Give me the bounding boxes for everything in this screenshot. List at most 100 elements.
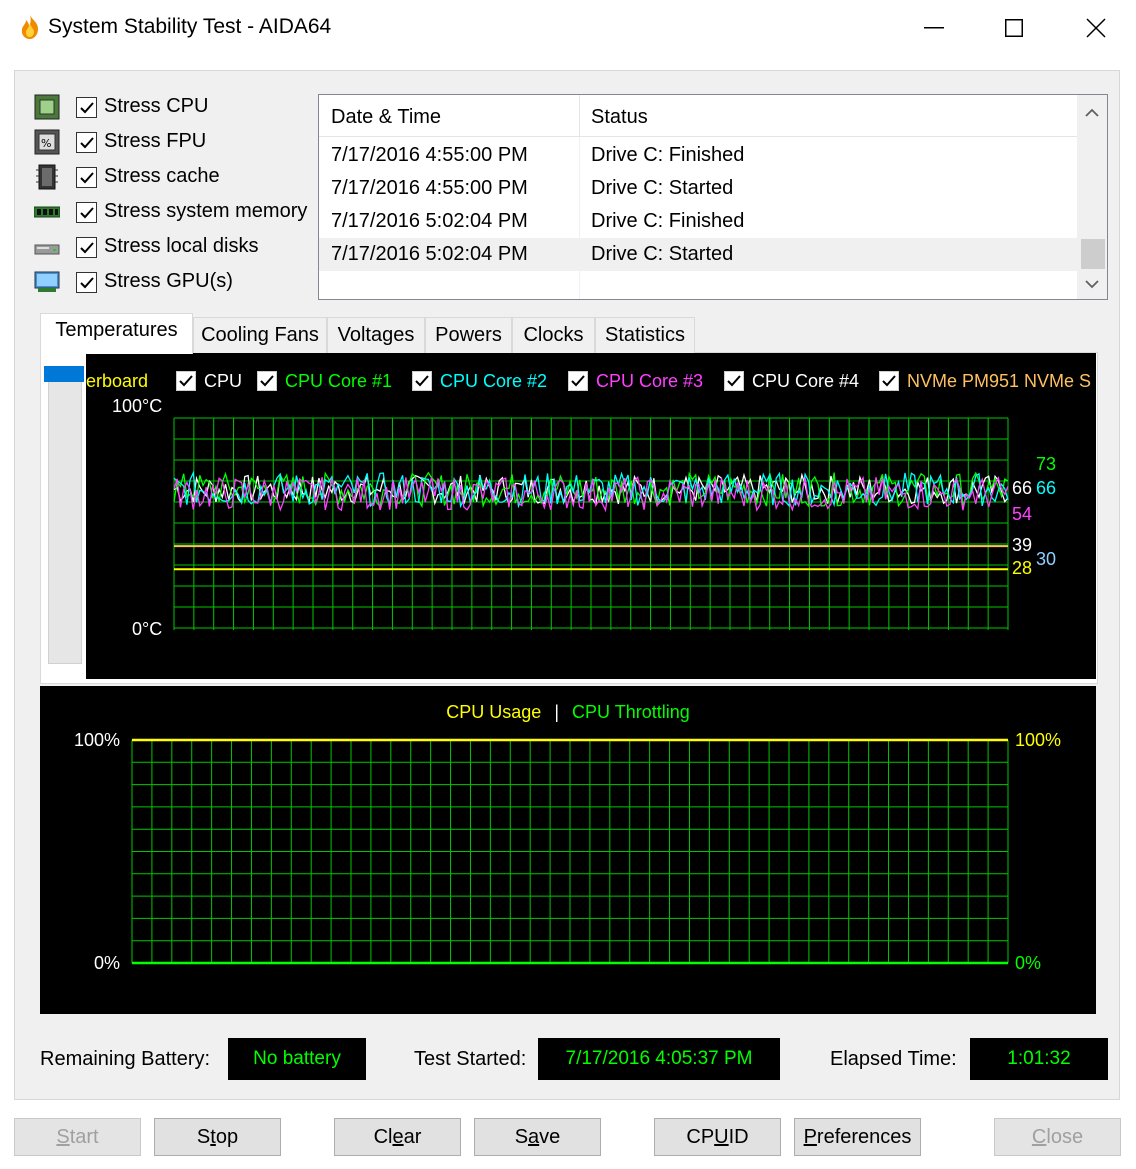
temperature-graph: erboard CPU CPU Core #1 CPU Core #2 CPU … [86, 353, 1096, 679]
stress-gpu-checkbox[interactable] [76, 272, 97, 293]
graph-scroll-track[interactable] [48, 366, 82, 664]
stress-cpu-checkbox[interactable] [76, 97, 97, 118]
maximize-button[interactable] [974, 0, 1054, 56]
stress-disks-checkbox[interactable] [76, 237, 97, 258]
stress-cpu-label: Stress CPU [104, 95, 209, 117]
stress-disks-option[interactable]: Stress local disks [34, 232, 319, 262]
current-value-label: 54 [1012, 503, 1033, 524]
chevron-down-icon [1085, 279, 1099, 288]
y-axis-left-max: 100% [74, 730, 121, 750]
stress-cache-checkbox[interactable] [76, 167, 97, 188]
legend-checkbox[interactable] [879, 371, 899, 391]
legend-checkbox[interactable] [412, 371, 432, 391]
scroll-thumb[interactable] [1081, 239, 1105, 269]
start-button[interactable]: Start [14, 1118, 141, 1156]
temperature-plot [173, 417, 1009, 630]
elapsed-time-value: 1:01:32 [970, 1038, 1108, 1080]
disk-icon [34, 244, 60, 255]
battery-value: No battery [228, 1038, 366, 1080]
cpu-throttling-title: CPU Throttling [572, 702, 690, 722]
log-row[interactable]: 7/17/2016 5:02:04 PM Drive C: Finished [319, 205, 1077, 238]
current-value-label: 39 [1012, 535, 1033, 556]
preferences-button[interactable]: Preferences [794, 1118, 921, 1156]
column-header-datetime[interactable]: Date & Time [331, 106, 441, 129]
elapsed-time-label: Elapsed Time: [830, 1048, 957, 1070]
stress-cpu-option[interactable]: Stress CPU [34, 92, 319, 122]
graph-scroll-thumb[interactable] [44, 366, 84, 382]
stress-disks-label: Stress local disks [104, 235, 259, 257]
y-axis-min-label: 0°C [132, 619, 163, 639]
tab-cooling-fans[interactable]: Cooling Fans [193, 317, 327, 353]
save-button[interactable]: Save [474, 1118, 601, 1156]
y-axis-left-min: 0% [94, 953, 121, 973]
cpu-usage-plot [131, 738, 1009, 965]
legend-checkbox[interactable] [568, 371, 588, 391]
current-value-label: 73 [1036, 453, 1057, 474]
battery-label: Remaining Battery: [40, 1048, 211, 1070]
title-bar: System Stability Test - AIDA64 [0, 0, 1136, 56]
stress-memory-option[interactable]: Stress system memory [34, 197, 319, 227]
close-button[interactable]: Close [994, 1118, 1121, 1156]
stress-memory-label: Stress system memory [104, 200, 308, 222]
stress-memory-checkbox[interactable] [76, 202, 97, 223]
stress-fpu-checkbox[interactable] [76, 132, 97, 153]
stop-button[interactable]: Stop [154, 1118, 281, 1156]
y-axis-right-min: 0% [1015, 953, 1042, 973]
minimize-button[interactable] [894, 0, 974, 56]
save-button-label: Save [514, 1125, 561, 1148]
stress-gpu-label: Stress GPU(s) [104, 270, 233, 292]
log-datetime: 7/17/2016 4:55:00 PM [331, 177, 528, 199]
column-separator[interactable] [579, 95, 580, 137]
y-axis-right-max: 100% [1015, 730, 1062, 750]
aida64-flame-icon [21, 15, 38, 39]
tab-powers[interactable]: Powers [425, 317, 512, 353]
log-status: Drive C: Finished [591, 144, 745, 166]
memory-icon [34, 206, 60, 218]
scroll-up-button[interactable] [1077, 97, 1107, 127]
gpu-icon [34, 271, 60, 292]
clear-button[interactable]: Clear [334, 1118, 461, 1156]
log-scrollbar[interactable] [1077, 95, 1107, 299]
current-value-label: 30 [1036, 549, 1057, 569]
log-status: Drive C: Finished [591, 210, 745, 232]
status-bar: Remaining Battery: No battery Test Start… [40, 1038, 1110, 1080]
legend-checkbox[interactable] [724, 371, 744, 391]
stress-fpu-label: Stress FPU [104, 130, 207, 152]
scroll-down-button[interactable] [1077, 269, 1107, 299]
test-started-value: 7/17/2016 4:05:37 PM [538, 1038, 780, 1080]
start-button-label: Start [56, 1125, 99, 1148]
log-row-selected[interactable]: 7/17/2016 5:02:04 PM Drive C: Started [319, 238, 1077, 271]
legend-label: CPU Core #4 [752, 371, 860, 391]
column-header-status[interactable]: Status [591, 106, 648, 129]
tab-statistics[interactable]: Statistics [595, 317, 695, 353]
status-log-list[interactable]: Date & Time Status 7/17/2016 4:55:00 PM … [318, 94, 1108, 300]
chevron-up-icon [1085, 108, 1099, 117]
log-row[interactable]: 7/17/2016 4:55:00 PM Drive C: Started [319, 172, 1077, 205]
log-datetime: 7/17/2016 5:02:04 PM [331, 210, 528, 232]
stress-fpu-option[interactable]: % Stress FPU [34, 127, 319, 157]
preferences-button-label: Preferences [803, 1125, 912, 1148]
current-value-label: 28 [1012, 558, 1033, 579]
window-title: System Stability Test - AIDA64 [48, 15, 332, 38]
title-separator: | [554, 702, 559, 722]
fpu-icon: % [34, 129, 60, 155]
close-icon [1086, 18, 1106, 38]
log-status: Drive C: Started [591, 177, 734, 199]
legend-label: CPU Core #1 [285, 371, 393, 391]
maximize-icon [1005, 19, 1023, 37]
test-started-label: Test Started: [414, 1048, 527, 1070]
stress-gpu-option[interactable]: Stress GPU(s) [34, 267, 319, 297]
y-axis-max-label: 100°C [112, 396, 163, 416]
legend-checkbox[interactable] [176, 371, 196, 391]
legend-checkbox[interactable] [257, 371, 277, 391]
tab-clocks[interactable]: Clocks [512, 317, 595, 353]
tab-temperatures[interactable]: Temperatures [40, 313, 193, 354]
cpuid-button[interactable]: CPUID [654, 1118, 781, 1156]
tab-voltages[interactable]: Voltages [327, 317, 425, 353]
stress-cache-option[interactable]: Stress cache [34, 162, 319, 192]
clear-button-label: Clear [373, 1125, 422, 1148]
cache-icon [36, 164, 58, 190]
log-row[interactable]: 7/17/2016 4:55:00 PM Drive C: Finished [319, 139, 1077, 172]
log-datetime: 7/17/2016 5:02:04 PM [331, 243, 528, 265]
close-window-button[interactable] [1056, 0, 1136, 56]
